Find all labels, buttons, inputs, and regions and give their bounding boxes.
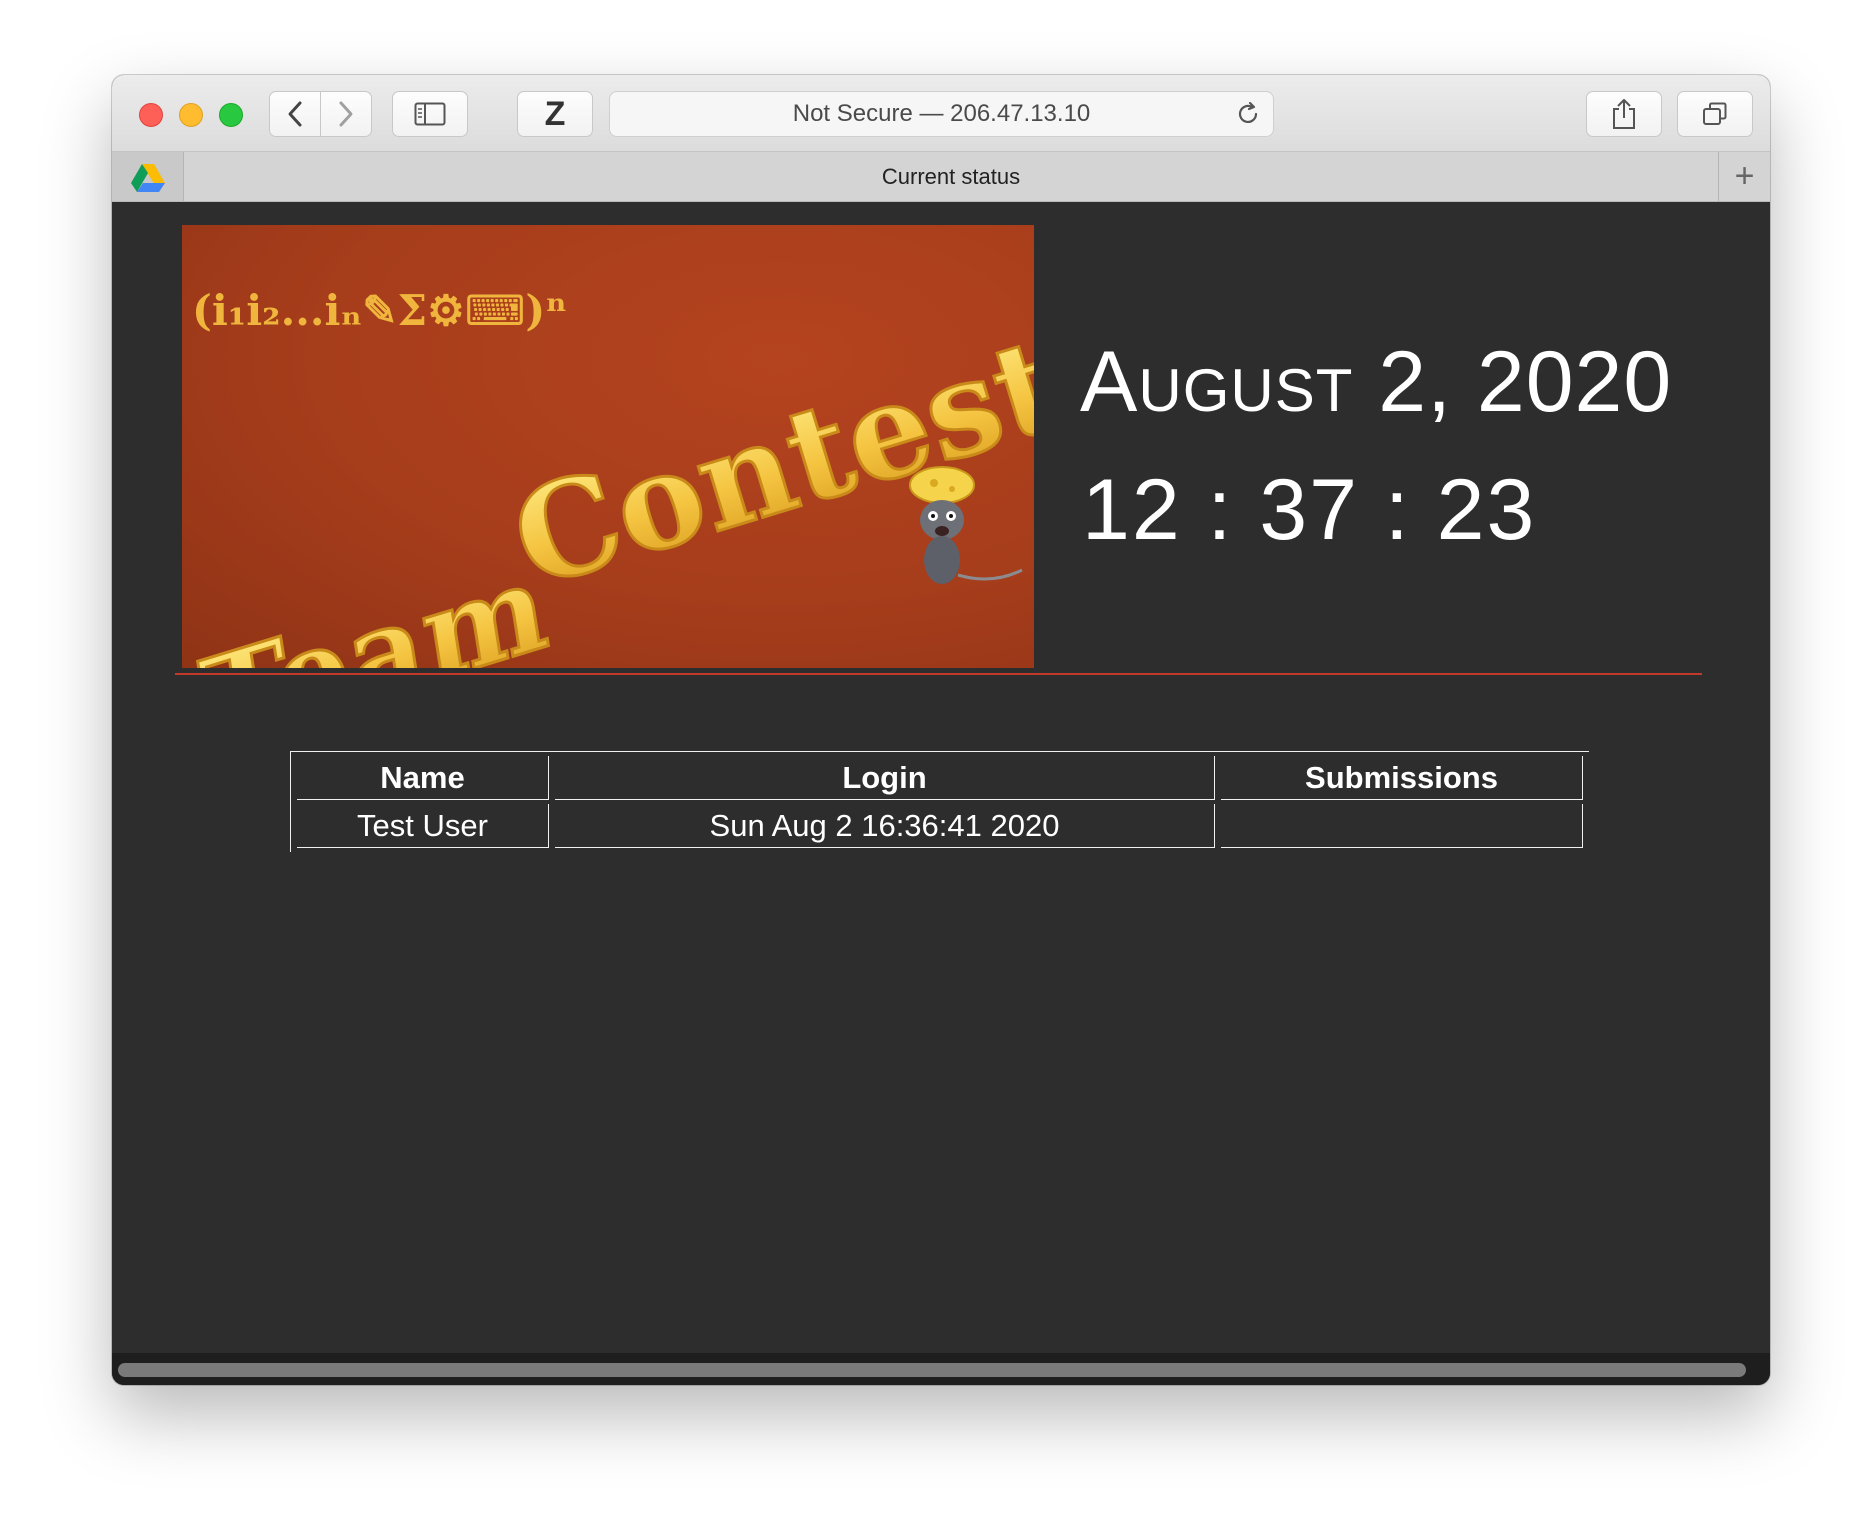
share-icon: [1613, 99, 1635, 129]
share-button[interactable]: [1586, 91, 1662, 137]
scrollbar-thumb[interactable]: [118, 1363, 1746, 1377]
banner-title-team: Team: [192, 534, 555, 668]
tab-bar: Current status +: [112, 152, 1770, 202]
reload-icon[interactable]: [1235, 101, 1261, 127]
table-row: Test User Sun Aug 2 16:36:41 2020: [297, 804, 1583, 848]
column-header-name: Name: [297, 756, 549, 800]
contest-date: August 2, 2020: [1080, 334, 1673, 430]
banner-artwork: (i₁i₂...iₙ✎Σ⚙⌨)ⁿ Team Contest: [191, 286, 1034, 668]
new-tab-button[interactable]: +: [1718, 152, 1770, 201]
close-window-button[interactable]: [139, 103, 163, 127]
pinned-tab-drive[interactable]: [112, 152, 184, 201]
contest-clock: 12 : 37 : 23: [1082, 462, 1537, 558]
table-header-row: Name Login Submissions: [297, 756, 1583, 800]
sidebar-toggle-button[interactable]: [392, 91, 468, 137]
tab-current-status[interactable]: Current status: [184, 152, 1718, 201]
google-drive-icon: [130, 163, 165, 192]
tabs-overview-icon: [1703, 102, 1727, 125]
status-table: Name Login Submissions Test User Sun Aug…: [290, 751, 1589, 852]
forward-button[interactable]: [320, 91, 372, 137]
minimize-window-button[interactable]: [179, 103, 203, 127]
extension-button[interactable]: Z: [517, 91, 593, 137]
back-button[interactable]: [269, 91, 321, 137]
header-divider: [175, 673, 1702, 675]
mouse-mascot-icon: [909, 466, 1023, 584]
address-bar[interactable]: Not Secure — 206.47.13.10: [609, 91, 1274, 137]
horizontal-scrollbar[interactable]: [112, 1353, 1770, 1385]
banner-formula: (i₁i₂...iₙ✎Σ⚙⌨)ⁿ: [192, 286, 567, 335]
maximize-window-button[interactable]: [219, 103, 243, 127]
browser-window: Z Not Secure — 206.47.13.10 Current stat…: [112, 75, 1770, 1385]
chevron-right-icon: [339, 101, 353, 127]
column-header-login: Login: [555, 756, 1215, 800]
page-content: (i₁i₂...iₙ✎Σ⚙⌨)ⁿ Team Contest August 2, …: [112, 203, 1770, 1353]
sidebar-icon: [414, 102, 446, 126]
cell-name: Test User: [297, 804, 549, 848]
browser-toolbar: Z Not Secure — 206.47.13.10: [112, 75, 1770, 152]
contest-banner: (i₁i₂...iₙ✎Σ⚙⌨)ⁿ Team Contest: [182, 225, 1034, 668]
address-text: Not Secure — 206.47.13.10: [792, 100, 1091, 127]
show-tabs-button[interactable]: [1677, 91, 1753, 137]
chevron-left-icon: [288, 101, 302, 127]
cell-submissions: [1221, 804, 1583, 848]
column-header-submissions: Submissions: [1221, 756, 1583, 800]
cell-login: Sun Aug 2 16:36:41 2020: [555, 804, 1215, 848]
